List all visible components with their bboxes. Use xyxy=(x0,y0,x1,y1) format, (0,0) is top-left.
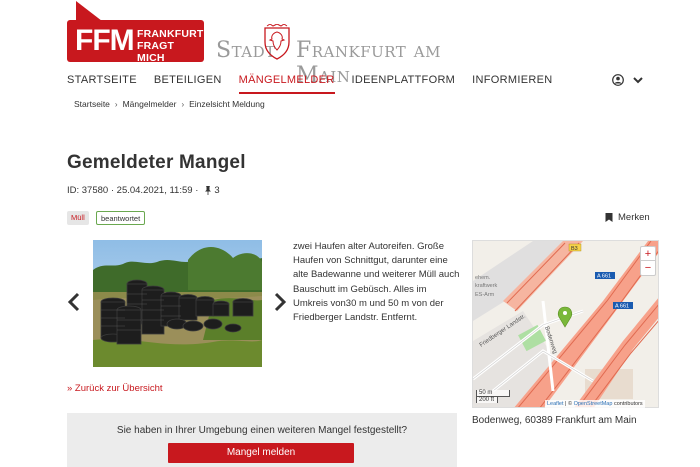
status-badge: beantwortet xyxy=(96,211,146,225)
bookmark-label: Merken xyxy=(618,212,650,223)
map-scale-imperial: 200 ft xyxy=(476,396,498,403)
map-label-a661: A 661 xyxy=(597,274,611,280)
meta-separator: · xyxy=(192,185,199,196)
map-zoom-control: + − xyxy=(640,246,656,276)
map-label-a661: A 661 xyxy=(615,304,629,310)
map-label-poi: ehem. xyxy=(475,275,491,281)
pin-icon xyxy=(205,186,212,195)
page-title: Gemeldeter Mangel xyxy=(67,152,246,173)
location-map[interactable]: B3 A 661 A 661 Friedberger Landstr. Bode… xyxy=(472,240,659,408)
map-attribution: Leaflet | © OpenStreetMap contributors xyxy=(545,400,645,408)
osm-link[interactable]: OpenStreetMap xyxy=(574,401,613,407)
zoom-in-button[interactable]: + xyxy=(641,247,655,261)
chevron-down-icon[interactable] xyxy=(632,75,644,85)
bookmark-icon xyxy=(605,213,613,222)
nav-beteiligen[interactable]: BETEILIGEN xyxy=(154,66,222,94)
report-meta: ID: 37580 · 25.04.2021, 11:59 · 3 xyxy=(67,185,220,196)
photo-illustration xyxy=(93,240,262,367)
report-cta-box: Sie haben in Ihrer Umgebung einen weiter… xyxy=(67,413,457,467)
breadcrumb: Startseite › Mängelmelder › Einzelsicht … xyxy=(74,99,265,109)
map-label-poi: kraftwerk xyxy=(475,283,498,289)
breadcrumb-maengelmelder[interactable]: Mängelmelder xyxy=(123,99,177,109)
attribution-separator: | © xyxy=(563,401,574,407)
bookmark-button[interactable]: Merken xyxy=(605,212,650,223)
city-logo[interactable]: Stadt Frankfurt am Main xyxy=(216,24,466,88)
user-icon[interactable] xyxy=(612,74,624,86)
report-id: ID: 37580 xyxy=(67,185,109,196)
carousel-next-icon[interactable] xyxy=(273,292,287,312)
breadcrumb-current: Einzelsicht Meldung xyxy=(189,99,265,109)
report-description: zwei Haufen alter Autoreifen. Große Hauf… xyxy=(293,241,460,324)
report-photo[interactable] xyxy=(93,240,262,367)
back-to-overview-link[interactable]: » Zurück zur Übersicht xyxy=(67,383,163,394)
main-nav: STARTSEITE BETEILIGEN MÄNGELMELDER IDEEN… xyxy=(67,66,569,94)
pin-count: 3 xyxy=(214,185,220,196)
report-address: Bodenweg, 60389 Frankfurt am Main xyxy=(472,415,637,426)
nav-informieren[interactable]: INFORMIEREN xyxy=(472,66,552,94)
map-label-poi: ES-Arm xyxy=(475,292,495,298)
map-label-b3: B3 xyxy=(571,246,578,252)
breadcrumb-separator-icon: › xyxy=(114,99,118,109)
logo-line1: FRANKFURT xyxy=(137,28,204,40)
report-datetime: 25.04.2021, 11:59 xyxy=(116,185,193,196)
zoom-out-button[interactable]: − xyxy=(641,261,655,275)
carousel-prev-icon[interactable] xyxy=(67,292,81,312)
category-badge: Müll xyxy=(67,211,89,225)
map-scale: 50 m 200 ft xyxy=(476,390,510,403)
map-canvas: B3 A 661 A 661 Friedberger Landstr. Bode… xyxy=(473,241,658,407)
ffm-logo[interactable]: FFM FRANKFURT FRAGT MICH xyxy=(67,1,204,64)
city-crest-icon xyxy=(264,24,290,60)
leaflet-link[interactable]: Leaflet xyxy=(547,401,564,407)
logo-line2: FRAGT MICH xyxy=(137,40,175,64)
logo-flag xyxy=(76,1,102,21)
logo-subtitle: FRANKFURT FRAGT MICH xyxy=(137,28,204,64)
report-defect-button[interactable]: Mangel melden xyxy=(168,443,354,463)
breadcrumb-startseite[interactable]: Startseite xyxy=(74,99,110,109)
attribution-tail: contributors xyxy=(612,401,643,407)
nav-maengelmelder[interactable]: MÄNGELMELDER xyxy=(238,66,335,94)
nav-startseite[interactable]: STARTSEITE xyxy=(67,66,137,94)
nav-ideenplattform[interactable]: IDEENPLATTFORM xyxy=(352,66,456,94)
breadcrumb-separator-icon: › xyxy=(181,99,185,109)
meta-separator: · xyxy=(108,185,117,196)
cta-question: Sie haben in Ihrer Umgebung einen weiter… xyxy=(116,425,408,436)
logo-abbr: FFM xyxy=(75,24,135,57)
